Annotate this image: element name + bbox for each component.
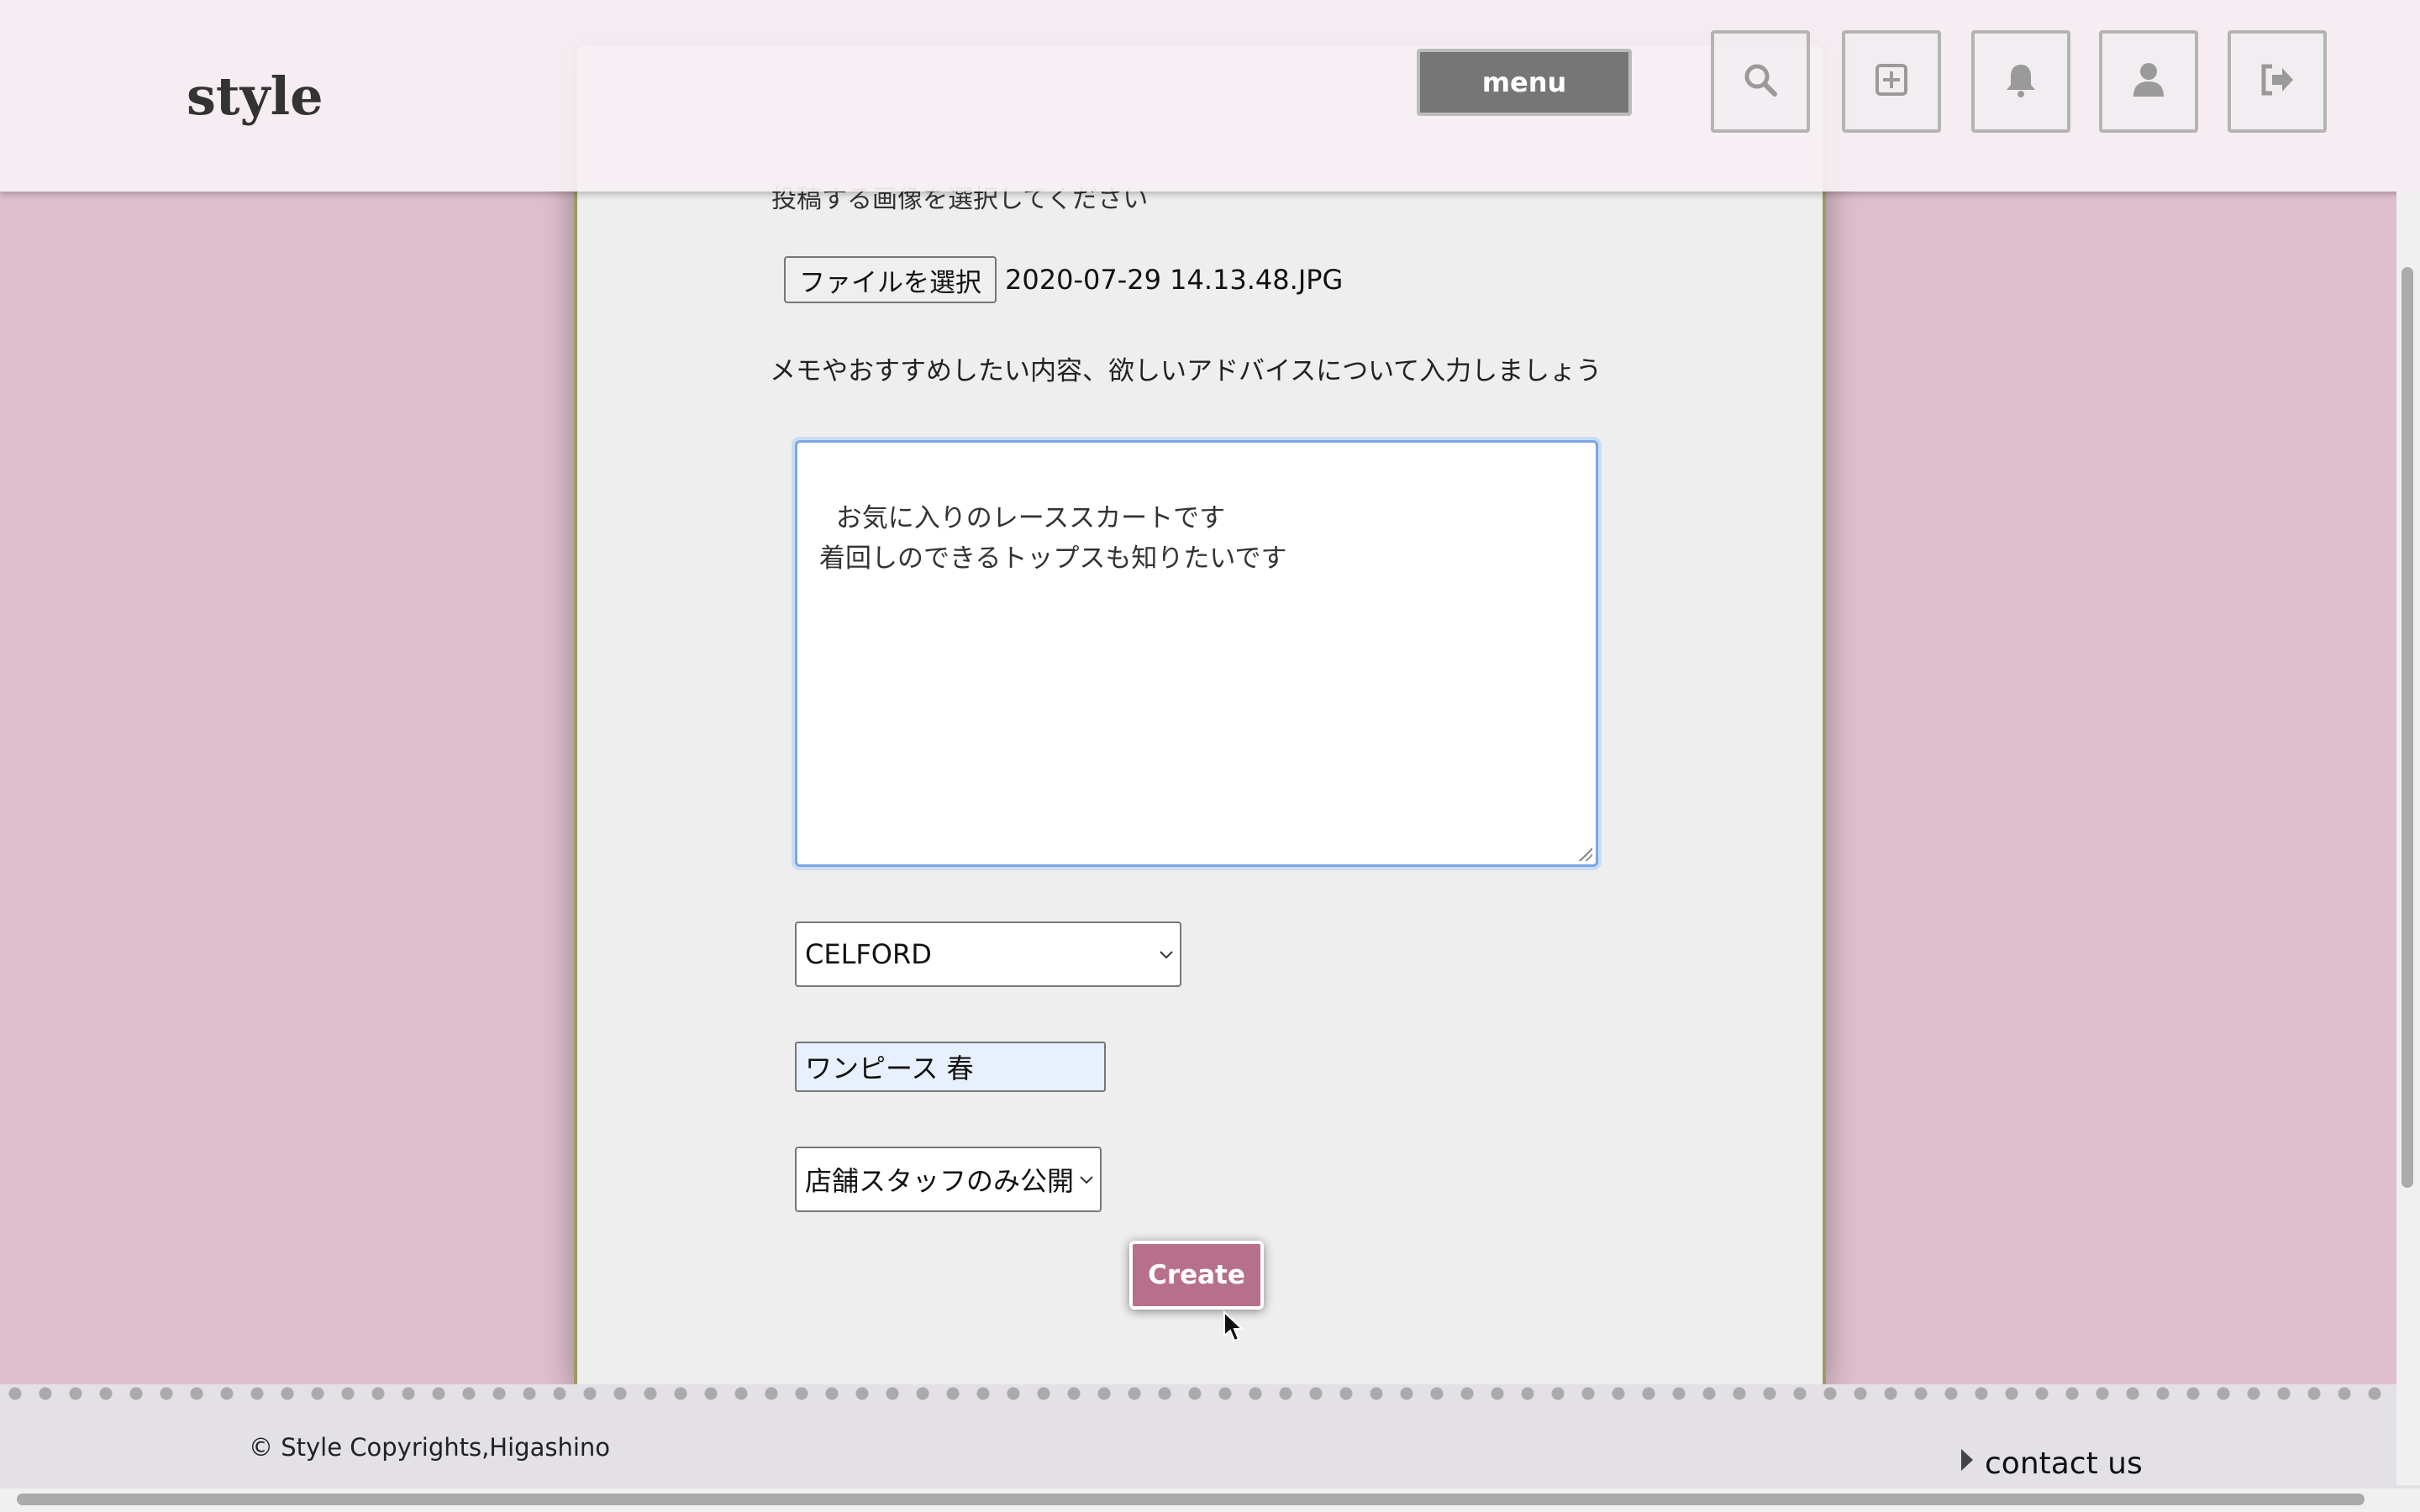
user-icon (2132, 61, 2165, 102)
add-post-button[interactable] (1842, 30, 1941, 133)
profile-button[interactable] (2099, 30, 2198, 133)
site-logo[interactable]: style (187, 66, 324, 127)
tag-input-value: ワンピース 春 (805, 1053, 974, 1084)
selected-file-name: 2020-07-29 14.13.48.JPG (1005, 264, 1344, 296)
memo-label: メモやおすすめしたい内容、欲しいアドバイスについて入力しましょう (770, 356, 1602, 386)
mouse-cursor-icon (1223, 1310, 1244, 1347)
caret-right-icon (1961, 1448, 1973, 1471)
visibility-select[interactable]: 店舗スタッフのみ公開 (795, 1147, 1102, 1212)
chevron-down-icon (1080, 1168, 1093, 1189)
memo-textarea[interactable]: お気に入りのレーススカートです 着回しのできるトップスも知りたいです (795, 440, 1598, 867)
horizontal-scrollbar-thumb[interactable] (17, 1494, 2365, 1505)
create-button[interactable]: Create (1129, 1241, 1264, 1310)
visibility-selected-value: 店舗スタッフのみ公開 (805, 1165, 1075, 1197)
memo-text: お気に入りのレーススカートです 着回しのできるトップスも知りたいです (819, 503, 1287, 574)
bell-icon (2004, 61, 2038, 102)
chevron-down-icon (1160, 943, 1173, 964)
footer-dotted-divider (0, 1384, 2420, 1403)
logout-button[interactable] (2228, 30, 2327, 133)
resize-handle-icon[interactable] (1579, 848, 1592, 861)
logout-icon (2259, 63, 2296, 100)
search-button[interactable] (1711, 30, 1810, 133)
site-header: style menu (0, 0, 2420, 192)
search-icon (1742, 61, 1779, 102)
vertical-scrollbar-thumb[interactable] (2402, 267, 2413, 1188)
contact-link-label: contact us (1985, 1446, 2143, 1481)
notifications-button[interactable] (1971, 30, 2070, 133)
contact-link[interactable]: contact us (1961, 1446, 2143, 1481)
tag-input[interactable]: ワンピース 春 (795, 1042, 1106, 1092)
copyright-text: © Style Copyrights,Higashino (249, 1433, 611, 1462)
add-post-icon (1874, 62, 1909, 101)
brand-select[interactable]: CELFORD (795, 921, 1181, 987)
brand-selected-value: CELFORD (805, 938, 932, 970)
file-picker: ファイルを選択 2020-07-29 14.13.48.JPG (784, 256, 1343, 303)
menu-button[interactable]: menu (1417, 49, 1632, 116)
file-select-button[interactable]: ファイルを選択 (784, 256, 997, 303)
